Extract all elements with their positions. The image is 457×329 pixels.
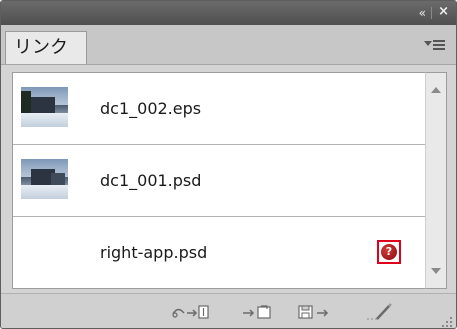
thumbnail-building bbox=[31, 97, 55, 113]
list-item[interactable]: dc1_001.psd bbox=[13, 145, 425, 217]
titlebar-divider bbox=[431, 7, 432, 19]
links-panel: « × リンク dc1_002.eps dc1_001.psd right-ap… bbox=[0, 0, 457, 329]
link-filename: right-app.psd bbox=[100, 243, 208, 262]
edit-original-icon[interactable] bbox=[365, 302, 395, 322]
thumbnail-building bbox=[51, 173, 65, 185]
link-thumbnail bbox=[21, 87, 68, 127]
panel-menu-icon[interactable] bbox=[424, 37, 446, 53]
missing-link-icon: ? bbox=[381, 244, 397, 260]
panel-menu-line bbox=[433, 40, 445, 42]
panel-bottom-toolbar bbox=[1, 293, 456, 328]
collapse-panel-icon[interactable]: « bbox=[419, 4, 426, 22]
thumbnail-snow bbox=[21, 113, 68, 127]
tab-links[interactable]: リンク bbox=[5, 31, 87, 64]
scroll-down-icon[interactable] bbox=[431, 268, 441, 274]
panel-tab-row: リンク bbox=[1, 25, 456, 65]
links-list: dc1_002.eps dc1_001.psd right-app.psd ? bbox=[12, 72, 425, 289]
vertical-scrollbar[interactable] bbox=[425, 72, 447, 289]
panel-titlebar[interactable]: « × bbox=[1, 1, 456, 25]
link-filename: dc1_002.eps bbox=[100, 99, 202, 118]
close-panel-icon[interactable]: × bbox=[438, 3, 449, 21]
panel-menu-arrow bbox=[424, 41, 432, 46]
panel-menu-line bbox=[433, 48, 445, 50]
link-filename: dc1_001.psd bbox=[100, 171, 202, 190]
list-item[interactable]: right-app.psd ? bbox=[13, 217, 425, 289]
list-item[interactable]: dc1_002.eps bbox=[13, 73, 425, 145]
missing-link-highlight[interactable]: ? bbox=[377, 240, 401, 264]
relink-icon[interactable] bbox=[171, 302, 213, 322]
scroll-up-icon[interactable] bbox=[431, 87, 441, 93]
resize-grip-icon[interactable] bbox=[440, 315, 452, 327]
thumbnail-snow bbox=[21, 185, 68, 199]
update-link-icon[interactable] bbox=[297, 302, 335, 322]
link-thumbnail bbox=[21, 159, 68, 199]
go-to-link-icon[interactable] bbox=[241, 302, 275, 322]
panel-menu-line bbox=[433, 44, 445, 46]
